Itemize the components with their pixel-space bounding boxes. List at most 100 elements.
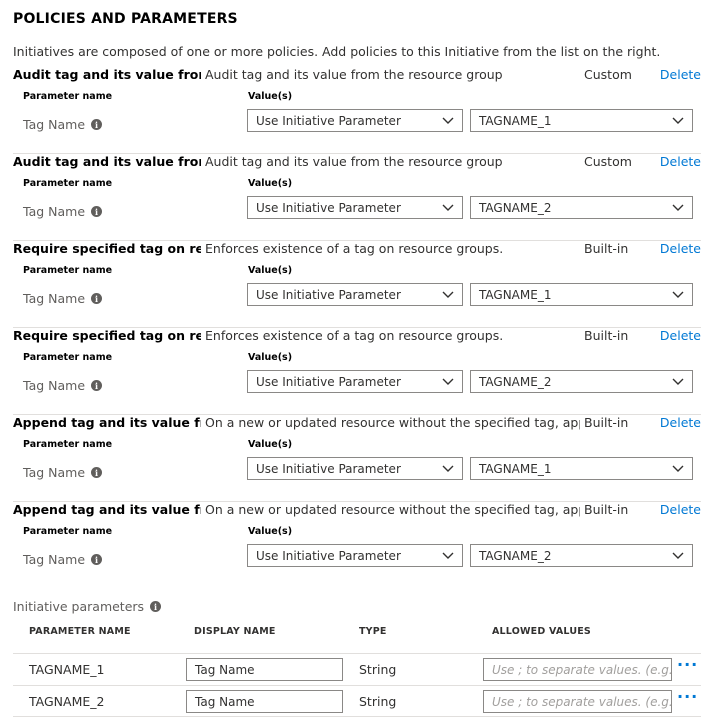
policy-name[interactable]: Audit tag and its value from... (13, 154, 201, 169)
delete-link[interactable]: Delete (660, 67, 701, 82)
policy-description: Enforces existence of a tag on resource … (205, 241, 504, 256)
tag-name-label: Tag Name i (23, 552, 103, 567)
parameter-value-dropdown[interactable]: TAGNAME_2 (470, 196, 693, 219)
value-source-dropdown[interactable]: Use Initiative Parameter (247, 283, 463, 306)
policy-type: Built-in (584, 241, 629, 256)
dropdown-value: TAGNAME_2 (479, 548, 552, 563)
value-source-dropdown[interactable]: Use Initiative Parameter (247, 544, 463, 567)
delete-link[interactable]: Delete (660, 154, 701, 169)
policy-row: Append tag and its value fro... On a new… (13, 415, 701, 502)
policy-name[interactable]: Require specified tag on res... (13, 328, 201, 343)
policy-type: Built-in (584, 415, 629, 430)
parameter-name-header: Parameter name (23, 526, 113, 537)
parameter-value-dropdown[interactable]: TAGNAME_1 (470, 283, 693, 306)
info-icon[interactable]: i (91, 293, 103, 304)
tag-name-label: Tag Name i (23, 378, 103, 393)
delete-link[interactable]: Delete (660, 328, 701, 343)
parameter-value-dropdown[interactable]: TAGNAME_2 (470, 370, 693, 393)
policy-type: Built-in (584, 502, 629, 517)
chevron-down-icon (442, 204, 454, 211)
policy-row: Append tag and its value fro... On a new… (13, 502, 701, 589)
info-icon[interactable]: i (91, 554, 103, 565)
dropdown-value: TAGNAME_1 (479, 287, 552, 302)
parameter-value-dropdown[interactable]: TAGNAME_1 (470, 457, 693, 480)
parameter-name-cell: TAGNAME_1 (29, 662, 105, 677)
table-row: TAGNAME_1 Tag Name String Use ; to separ… (13, 653, 701, 685)
more-options-icon[interactable]: ··· (677, 687, 698, 706)
policy-name[interactable]: Append tag and its value fro... (13, 502, 201, 517)
parameter-name-cell: TAGNAME_2 (29, 694, 105, 709)
allowed-values-input[interactable]: Use ; to separate values. (e.g. L... (483, 658, 672, 681)
initiative-parameters-label: Initiative parameters i (13, 599, 162, 614)
chevron-down-icon (442, 291, 454, 298)
tag-name-text: Tag Name (23, 291, 86, 306)
policy-type: Custom (584, 67, 632, 82)
policy-description: Audit tag and its value from the resourc… (205, 154, 503, 169)
dropdown-value: Use Initiative Parameter (256, 113, 401, 128)
policy-row: Require specified tag on res... Enforces… (13, 241, 701, 328)
column-header-allowed-values: ALLOWED VALUES (492, 626, 591, 637)
policy-name[interactable]: Require specified tag on res... (13, 241, 201, 256)
info-icon[interactable]: i (150, 601, 162, 612)
policy-name[interactable]: Append tag and its value fro... (13, 415, 201, 430)
parameter-name-header: Parameter name (23, 352, 113, 363)
values-header: Value(s) (248, 178, 293, 189)
tag-name-text: Tag Name (23, 117, 86, 132)
type-cell: String (359, 662, 397, 677)
values-header: Value(s) (248, 265, 293, 276)
delete-link[interactable]: Delete (660, 241, 701, 256)
info-icon[interactable]: i (91, 380, 103, 391)
type-cell: String (359, 694, 397, 709)
chevron-down-icon (442, 552, 454, 559)
chevron-down-icon (672, 552, 684, 559)
tag-name-text: Tag Name (23, 552, 86, 567)
parameter-value-dropdown[interactable]: TAGNAME_1 (470, 109, 693, 132)
info-icon[interactable]: i (91, 206, 103, 217)
tag-name-label: Tag Name i (23, 465, 103, 480)
parameter-name-header: Parameter name (23, 178, 113, 189)
more-options-icon[interactable]: ··· (677, 655, 698, 674)
section-title: POLICIES AND PARAMETERS (13, 11, 238, 27)
display-name-input[interactable]: Tag Name (186, 658, 343, 681)
value-source-dropdown[interactable]: Use Initiative Parameter (247, 370, 463, 393)
policy-description: Audit tag and its value from the resourc… (205, 67, 503, 82)
dropdown-value: Use Initiative Parameter (256, 461, 401, 476)
policy-description: Enforces existence of a tag on resource … (205, 328, 504, 343)
values-header: Value(s) (248, 526, 293, 537)
chevron-down-icon (442, 465, 454, 472)
dropdown-value: TAGNAME_2 (479, 374, 552, 389)
value-source-dropdown[interactable]: Use Initiative Parameter (247, 457, 463, 480)
values-header: Value(s) (248, 91, 293, 102)
values-header: Value(s) (248, 439, 293, 450)
chevron-down-icon (672, 378, 684, 385)
value-source-dropdown[interactable]: Use Initiative Parameter (247, 196, 463, 219)
delete-link[interactable]: Delete (660, 502, 701, 517)
display-name-input[interactable]: Tag Name (186, 690, 343, 713)
value-source-dropdown[interactable]: Use Initiative Parameter (247, 109, 463, 132)
column-header-type: TYPE (359, 626, 387, 637)
info-icon[interactable]: i (91, 119, 103, 130)
policy-row: Require specified tag on res... Enforces… (13, 328, 701, 415)
parameter-value-dropdown[interactable]: TAGNAME_2 (470, 544, 693, 567)
parameter-name-header: Parameter name (23, 439, 113, 450)
column-header-parameter-name: PARAMETER NAME (29, 626, 131, 637)
dropdown-value: TAGNAME_1 (479, 461, 552, 476)
chevron-down-icon (442, 117, 454, 124)
dropdown-value: Use Initiative Parameter (256, 374, 401, 389)
info-icon[interactable]: i (91, 467, 103, 478)
policy-name[interactable]: Audit tag and its value from... (13, 67, 201, 82)
chevron-down-icon (672, 291, 684, 298)
policy-row: Audit tag and its value from... Audit ta… (13, 67, 701, 154)
table-row: TAGNAME_2 Tag Name String Use ; to separ… (13, 685, 701, 717)
chevron-down-icon (442, 378, 454, 385)
dropdown-value: TAGNAME_1 (479, 113, 552, 128)
chevron-down-icon (672, 204, 684, 211)
chevron-down-icon (672, 117, 684, 124)
policy-description: On a new or updated resource without the… (205, 502, 580, 517)
tag-name-label: Tag Name i (23, 204, 103, 219)
allowed-values-input[interactable]: Use ; to separate values. (e.g. L... (483, 690, 672, 713)
parameter-name-header: Parameter name (23, 265, 113, 276)
chevron-down-icon (672, 465, 684, 472)
dropdown-value: Use Initiative Parameter (256, 287, 401, 302)
delete-link[interactable]: Delete (660, 415, 701, 430)
